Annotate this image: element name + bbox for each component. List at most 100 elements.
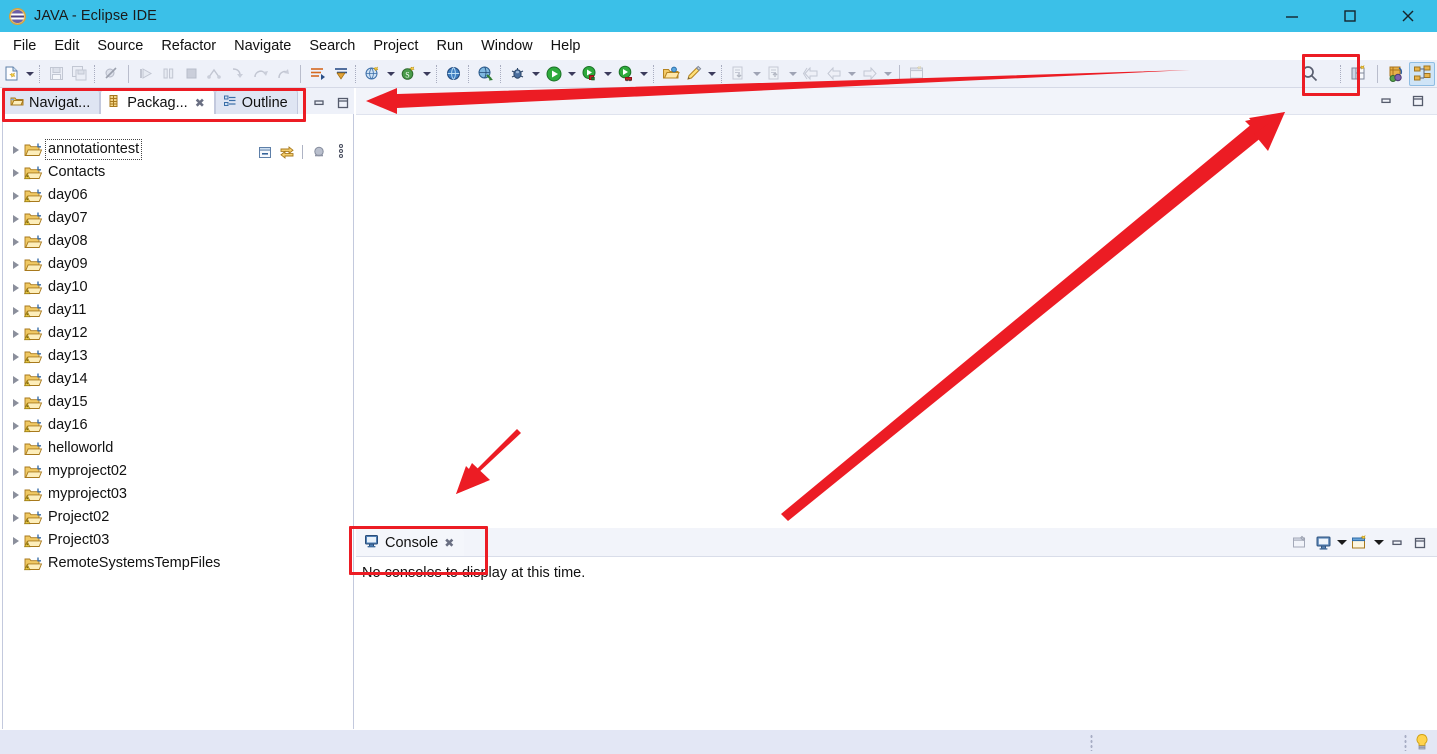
tree-item-myproject03[interactable]: myproject03 (3, 483, 353, 506)
open-perspective-button[interactable] (1346, 62, 1372, 86)
search-web-button[interactable] (474, 62, 497, 86)
console-maximize-button[interactable] (1409, 532, 1431, 553)
tree-item-day08[interactable]: day08 (3, 230, 353, 253)
console-body[interactable]: No consoles to display at this time. (356, 556, 1437, 734)
perspective-debug[interactable] (1383, 62, 1409, 86)
menu-edit[interactable]: Edit (45, 35, 88, 57)
forward-history-button[interactable] (858, 62, 881, 86)
expand-arrow-icon[interactable] (7, 483, 24, 506)
step-over-button[interactable] (249, 62, 272, 86)
step-return-button[interactable] (272, 62, 295, 86)
push-button[interactable] (763, 62, 786, 86)
expand-arrow-icon[interactable] (7, 391, 24, 414)
expand-arrow-icon[interactable] (7, 138, 24, 161)
perspective-java[interactable] (1409, 61, 1435, 86)
view-overflow-menu[interactable] (330, 142, 351, 163)
tree-item-day11[interactable]: day11 (3, 299, 353, 322)
expand-arrow-icon[interactable] (7, 345, 24, 368)
tree-item-day15[interactable]: day15 (3, 391, 353, 414)
run-as-button[interactable] (614, 62, 637, 86)
tree-item-day16[interactable]: day16 (3, 414, 353, 437)
expand-arrow-icon[interactable] (7, 276, 24, 299)
resume-button[interactable] (134, 62, 157, 86)
tree-item-day14[interactable]: day14 (3, 368, 353, 391)
new-annotation-dropdown-arrow[interactable] (705, 62, 718, 86)
menu-search[interactable]: Search (300, 35, 364, 57)
view-minimize-button[interactable] (308, 93, 330, 113)
next-annotation-button[interactable] (306, 62, 329, 86)
skip-all-breakpoints-button[interactable] (100, 62, 123, 86)
expand-arrow-icon[interactable] (7, 529, 24, 552)
menu-file[interactable]: File (4, 35, 45, 57)
debug-button[interactable] (506, 62, 529, 86)
new-wizard-dropdown-arrow[interactable] (23, 62, 36, 86)
tree-item-helloworld[interactable]: helloworld (3, 437, 353, 460)
quick-access-search-button[interactable] (1281, 62, 1337, 86)
run-button[interactable] (542, 62, 565, 86)
tree-item-day06[interactable]: day06 (3, 184, 353, 207)
back-history-button[interactable] (799, 62, 822, 86)
expand-arrow-icon[interactable] (7, 460, 24, 483)
open-console-button[interactable] (1349, 532, 1371, 553)
expand-arrow-icon[interactable] (7, 437, 24, 460)
tree-item-day13[interactable]: day13 (3, 345, 353, 368)
menu-run[interactable]: Run (427, 35, 472, 57)
terminate-button[interactable] (180, 62, 203, 86)
close-button[interactable] (1379, 0, 1437, 32)
save-button[interactable] (45, 62, 68, 86)
lightbulb-icon[interactable] (1413, 733, 1431, 754)
expand-arrow-icon[interactable] (7, 368, 24, 391)
display-selected-console-button[interactable] (1312, 532, 1334, 553)
step-into-button[interactable] (226, 62, 249, 86)
view-menu-button[interactable] (308, 142, 329, 163)
tree-item-project03[interactable]: Project03 (3, 529, 353, 552)
expand-arrow-icon[interactable] (7, 184, 24, 207)
commit-button[interactable] (727, 62, 750, 86)
menu-navigate[interactable]: Navigate (225, 35, 300, 57)
expand-arrow-icon[interactable] (7, 299, 24, 322)
tree-item-project02[interactable]: Project02 (3, 506, 353, 529)
push-dropdown-arrow[interactable] (786, 62, 799, 86)
console-minimize-button[interactable] (1386, 532, 1408, 553)
disconnect-button[interactable] (203, 62, 226, 86)
editor-minimize-button[interactable] (1375, 91, 1397, 111)
tree-item-day09[interactable]: day09 (3, 253, 353, 276)
tab-outline[interactable]: Outline (214, 89, 298, 115)
tree-item-day10[interactable]: day10 (3, 276, 353, 299)
commit-dropdown-arrow[interactable] (750, 62, 763, 86)
expand-arrow-icon[interactable] (7, 253, 24, 276)
minimize-button[interactable] (1263, 0, 1321, 32)
debug-dropdown-arrow[interactable] (529, 62, 542, 86)
display-selected-console-dropdown-arrow[interactable] (1335, 532, 1348, 553)
tree-item-day07[interactable]: day07 (3, 207, 353, 230)
expand-arrow-icon[interactable] (7, 161, 24, 184)
tree-item-contacts[interactable]: Contacts (3, 161, 353, 184)
tree-item-day12[interactable]: day12 (3, 322, 353, 345)
new-class-dropdown-arrow[interactable] (420, 62, 433, 86)
open-task-button[interactable] (659, 62, 682, 86)
tab-package-explorer[interactable]: Packag... ✖ (100, 89, 215, 115)
coverage-button[interactable] (578, 62, 601, 86)
menu-project[interactable]: Project (364, 35, 427, 57)
status-drag-handle[interactable] (1404, 734, 1407, 751)
run-as-dropdown-arrow[interactable] (637, 62, 650, 86)
new-java-project-button[interactable] (361, 62, 384, 86)
menu-refactor[interactable]: Refactor (152, 35, 225, 57)
collapse-all-button[interactable] (254, 142, 275, 163)
tab-console-close-icon[interactable]: ✖ (444, 536, 454, 550)
save-all-button[interactable] (68, 62, 91, 86)
expand-arrow-icon[interactable] (7, 322, 24, 345)
tree-item-myproject02[interactable]: myproject02 (3, 460, 353, 483)
expand-arrow-icon[interactable] (7, 230, 24, 253)
tab-package-explorer-close-icon[interactable]: ✖ (195, 96, 205, 110)
new-annotation-button[interactable] (682, 62, 705, 86)
tab-navigator[interactable]: Navigat... (2, 89, 101, 115)
open-type-button[interactable] (442, 62, 465, 86)
previous-edit-dropdown-arrow[interactable] (845, 62, 858, 86)
new-class-button[interactable]: S (397, 62, 420, 86)
editor-maximize-button[interactable] (1407, 91, 1429, 111)
open-console-dropdown-arrow[interactable] (1372, 532, 1385, 553)
editor-empty-body[interactable] (356, 115, 1437, 528)
status-drag-handle[interactable] (1090, 734, 1093, 751)
menu-source[interactable]: Source (88, 35, 152, 57)
